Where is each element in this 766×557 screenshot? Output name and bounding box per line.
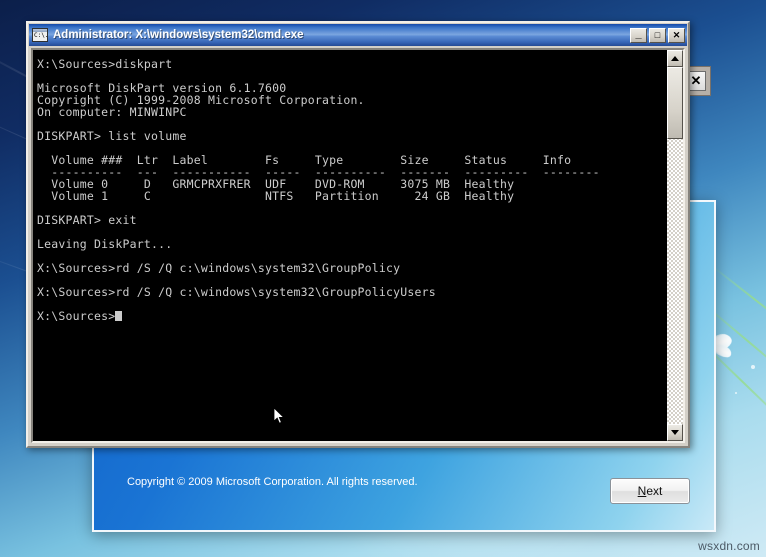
setup-copyright-text: Copyright © 2009 Microsoft Corporation. … xyxy=(127,476,418,488)
scroll-down-arrow-icon xyxy=(671,430,679,435)
close-button[interactable]: ✕ xyxy=(668,28,685,43)
scroll-up-arrow-icon xyxy=(671,56,679,61)
scroll-down-button[interactable] xyxy=(667,424,683,441)
screen-root: Enter your language and other preference… xyxy=(0,0,766,557)
maximize-icon: □ xyxy=(650,29,665,42)
cmd-titlebar[interactable]: Administrator: X:\windows\system32\cmd.e… xyxy=(29,24,687,46)
wallpaper-light-speck xyxy=(735,392,737,394)
scroll-up-button[interactable] xyxy=(667,50,683,67)
maximize-button[interactable]: □ xyxy=(649,28,666,43)
wallpaper-grass-blade xyxy=(711,265,766,340)
scrollbar-track[interactable] xyxy=(667,67,683,424)
next-button-accel: N xyxy=(638,484,647,498)
wallpaper-light-speck xyxy=(751,365,755,369)
close-icon: ✕ xyxy=(669,29,684,42)
site-watermark: wsxdn.com xyxy=(698,539,760,553)
minimize-icon: _ xyxy=(631,29,646,42)
next-button-label: ext xyxy=(646,484,662,498)
command-prompt-window: Administrator: X:\windows\system32\cmd.e… xyxy=(26,21,690,448)
console-output[interactable]: X:\Sources>diskpart Microsoft DiskPart v… xyxy=(33,50,666,441)
cmd-console-icon xyxy=(32,28,48,42)
console-caret xyxy=(115,311,122,321)
console-scrollbar[interactable] xyxy=(666,50,683,441)
console-output-text: X:\Sources>diskpart Microsoft DiskPart v… xyxy=(37,57,600,323)
cmd-window-title: Administrator: X:\windows\system32\cmd.e… xyxy=(53,29,628,41)
scrollbar-thumb[interactable] xyxy=(667,67,683,139)
cmd-client-area: X:\Sources>diskpart Microsoft DiskPart v… xyxy=(31,48,685,443)
minimize-button[interactable]: _ xyxy=(630,28,647,43)
next-button[interactable]: Next xyxy=(610,478,690,504)
